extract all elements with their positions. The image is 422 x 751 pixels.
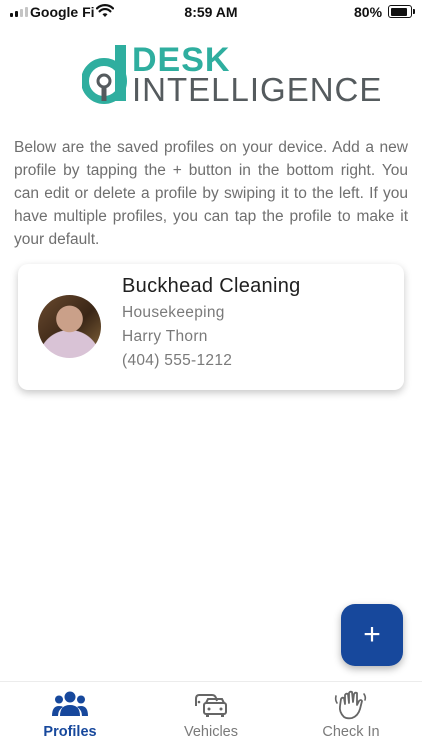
profile-department: Housekeeping: [122, 304, 225, 321]
add-profile-button[interactable]: +: [341, 604, 403, 666]
intro-text: Below are the saved profiles on your dev…: [14, 139, 408, 248]
tab-profiles[interactable]: Profiles: [0, 682, 140, 751]
logo-mark-icon: [82, 45, 127, 104]
avatar: [38, 295, 101, 358]
cars-icon: [195, 694, 227, 717]
tab-profiles-label: Profiles: [43, 724, 97, 740]
tab-check-in-label: Check In: [322, 724, 380, 740]
tab-check-in[interactable]: Check In: [281, 682, 421, 751]
battery-icon: [388, 5, 412, 18]
profile-phone: (404) 555-1212: [122, 352, 233, 369]
profile-card[interactable]: Buckhead Cleaning Housekeeping Harry Tho…: [18, 264, 404, 390]
bottom-nav: Profiles Vehicles Check In: [0, 681, 422, 751]
app-logo: DESK INTELLIGENCE: [82, 41, 381, 108]
profile-name: Buckhead Cleaning: [122, 275, 301, 297]
battery-tip: [413, 9, 415, 14]
people-icon: [52, 691, 88, 716]
logo-text-intelligence: INTELLIGENCE: [132, 71, 383, 108]
profile-contact: Harry Thorn: [122, 328, 208, 345]
tab-vehicles-label: Vehicles: [183, 724, 238, 740]
status-bar: Google Fi 8:59 AM 80%: [0, 0, 422, 26]
tab-vehicles[interactable]: Vehicles: [141, 682, 281, 751]
battery-percent: 80%: [354, 4, 383, 20]
waving-hand-icon: [334, 690, 367, 720]
plus-icon: +: [363, 618, 381, 651]
